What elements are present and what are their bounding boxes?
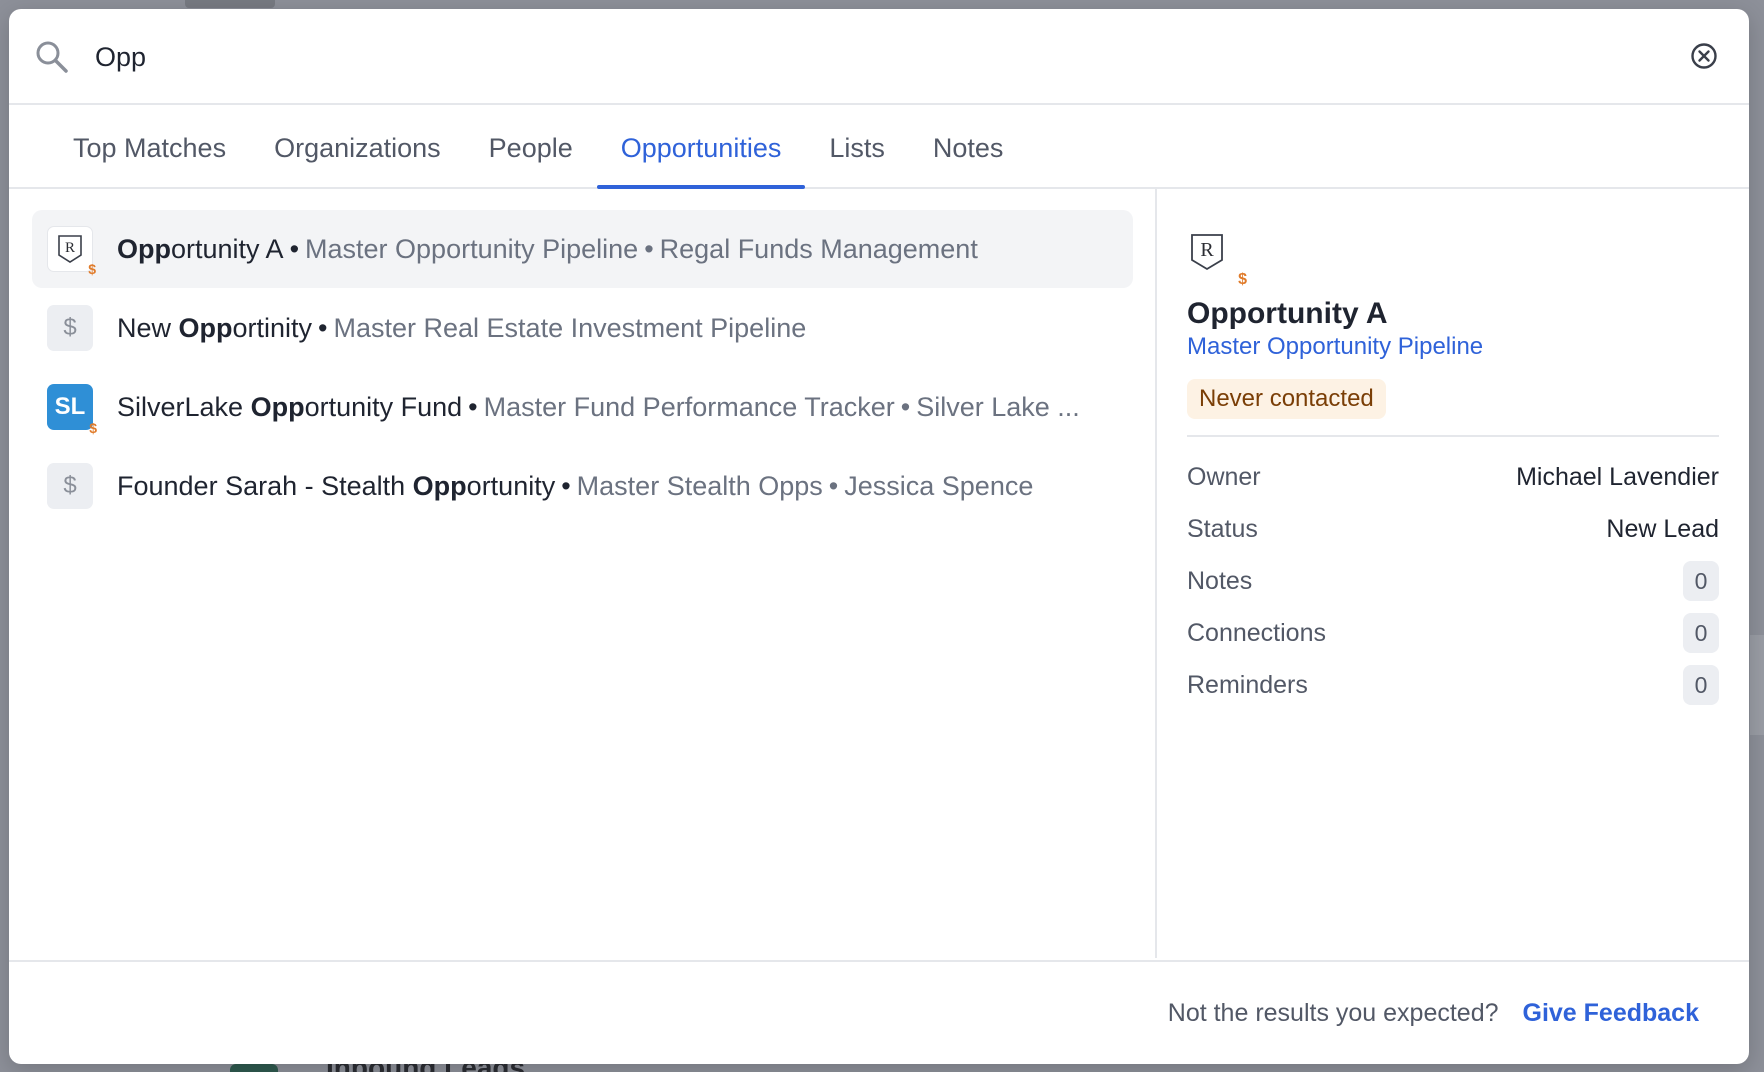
result-text: Founder Sarah - Stealth Opportunity • Mast… <box>117 471 1033 502</box>
result-name-prefix: Founder Sarah - Stealth <box>117 470 413 501</box>
result-name-match: Opp <box>412 470 467 501</box>
search-input[interactable] <box>95 37 1595 77</box>
silverlake-logo-icon: SL $ <box>47 384 97 436</box>
result-pipeline: Master Fund Performance Tracker <box>483 391 895 422</box>
property-label: Status <box>1187 514 1258 543</box>
regal-logo-icon: R $ <box>47 226 96 277</box>
count-badge: 0 <box>1683 613 1719 653</box>
clear-search-icon[interactable] <box>1689 41 1719 71</box>
preview-divider <box>1187 435 1719 437</box>
footer-prompt: Not the results you expected? <box>1167 998 1499 1027</box>
property-status: Status New Lead <box>1187 503 1719 555</box>
result-name-match: Opp <box>117 233 171 264</box>
search-content: R $ Opportunity A • Master Opportunity Pip… <box>9 187 1749 958</box>
dollar-icon: $ <box>47 305 93 351</box>
silverlake-logo-text: SL <box>54 393 86 420</box>
give-feedback-link[interactable]: Give Feedback <box>1523 999 1699 1028</box>
result-pipeline: Master Opportunity Pipeline <box>305 233 639 264</box>
property-reminders: Reminders 0 <box>1187 659 1719 711</box>
property-label: Notes <box>1187 566 1253 595</box>
tab-opportunities[interactable]: Opportunities <box>596 105 806 189</box>
preview-panel: R $ Opportunity A Master Opportunity Pip… <box>1157 187 1749 958</box>
property-label: Owner <box>1187 462 1261 491</box>
count-badge: 0 <box>1683 561 1719 601</box>
result-pipeline: Master Stealth Opps <box>576 470 823 501</box>
tab-notes[interactable]: Notes <box>909 105 1028 187</box>
separator-dot: • <box>289 233 300 264</box>
property-connections: Connections 0 <box>1187 607 1719 659</box>
svg-text:R: R <box>1200 239 1214 261</box>
search-modal: Top Matches Organizations People Opportu… <box>9 9 1749 1064</box>
result-org: Regal Funds Management <box>659 233 978 264</box>
dollar-badge-icon: $ <box>1238 271 1247 288</box>
result-name-prefix: New <box>117 312 179 343</box>
separator-dot: • <box>828 470 839 501</box>
result-name-suffix: ortunity A <box>171 233 284 264</box>
background-scrollbar-right <box>1750 635 1764 735</box>
tab-organizations[interactable]: Organizations <box>250 105 465 187</box>
result-pipeline: Master Real Estate Investment Pipeline <box>333 312 807 343</box>
dollar-badge-icon: $ <box>88 261 96 277</box>
separator-dot: • <box>644 233 654 264</box>
property-owner: Owner Michael Lavendier <box>1187 451 1719 503</box>
regal-logo-icon: R $ <box>1187 231 1247 288</box>
result-name-suffix: ortunity Fund <box>304 391 463 422</box>
search-footer: Not the results you expected? Give Feedb… <box>9 960 1749 1064</box>
result-text: Opportunity A • Master Opportunity Pipelin… <box>117 234 978 265</box>
result-name-match: Opp <box>178 312 233 343</box>
property-value: New Lead <box>1606 514 1719 543</box>
results-list: R $ Opportunity A • Master Opportunity Pip… <box>9 187 1157 958</box>
result-name-prefix: SilverLake <box>117 391 251 422</box>
result-row-new-opportinity[interactable]: $ New Opportinity • Master Real Estate Inv… <box>32 289 1133 367</box>
dollar-badge-icon: $ <box>89 420 97 436</box>
search-icon <box>36 41 68 73</box>
preview-title: Opportunity A <box>1187 297 1388 330</box>
result-text: SilverLake Opportunity Fund • Master Fund … <box>117 392 1080 423</box>
separator-dot: • <box>318 312 328 343</box>
property-notes: Notes 0 <box>1187 555 1719 607</box>
status-badge: Never contacted <box>1187 379 1386 419</box>
separator-dot: • <box>900 391 911 422</box>
count-badge: 0 <box>1683 665 1719 705</box>
property-value: Michael Lavendier <box>1516 462 1719 491</box>
result-name-suffix: ortunity <box>466 470 556 501</box>
property-label: Connections <box>1187 618 1326 647</box>
background-scrollbar <box>185 0 275 8</box>
result-name-match: Opp <box>250 391 305 422</box>
result-row-silverlake-opportunity-fund[interactable]: SL $ SilverLake Opportunity Fund • Master … <box>32 368 1133 446</box>
result-row-opportunity-a[interactable]: R $ Opportunity A • Master Opportunity Pip… <box>32 210 1133 288</box>
preview-pipeline-link[interactable]: Master Opportunity Pipeline <box>1187 333 1719 361</box>
property-label: Reminders <box>1187 670 1308 699</box>
result-name-suffix: ortinity <box>232 312 313 343</box>
svg-text:R: R <box>65 240 75 256</box>
result-text: New Opportinity • Master Real Estate Inves… <box>117 313 806 344</box>
separator-dot: • <box>561 470 571 501</box>
search-bar <box>9 9 1749 105</box>
result-org: Silver Lake ... <box>916 391 1080 422</box>
separator-dot: • <box>468 391 478 422</box>
tab-top-matches[interactable]: Top Matches <box>49 105 250 187</box>
category-tabs: Top Matches Organizations People Opportu… <box>9 105 1749 189</box>
result-row-founder-sarah-stealth-opportunity[interactable]: $ Founder Sarah - Stealth Opportunity • Ma… <box>32 447 1133 525</box>
tab-people[interactable]: People <box>465 105 597 187</box>
background-list-icon <box>230 1064 278 1072</box>
dollar-icon: $ <box>47 463 93 509</box>
result-org: Jessica Spence <box>844 470 1034 501</box>
tab-lists[interactable]: Lists <box>805 105 909 187</box>
